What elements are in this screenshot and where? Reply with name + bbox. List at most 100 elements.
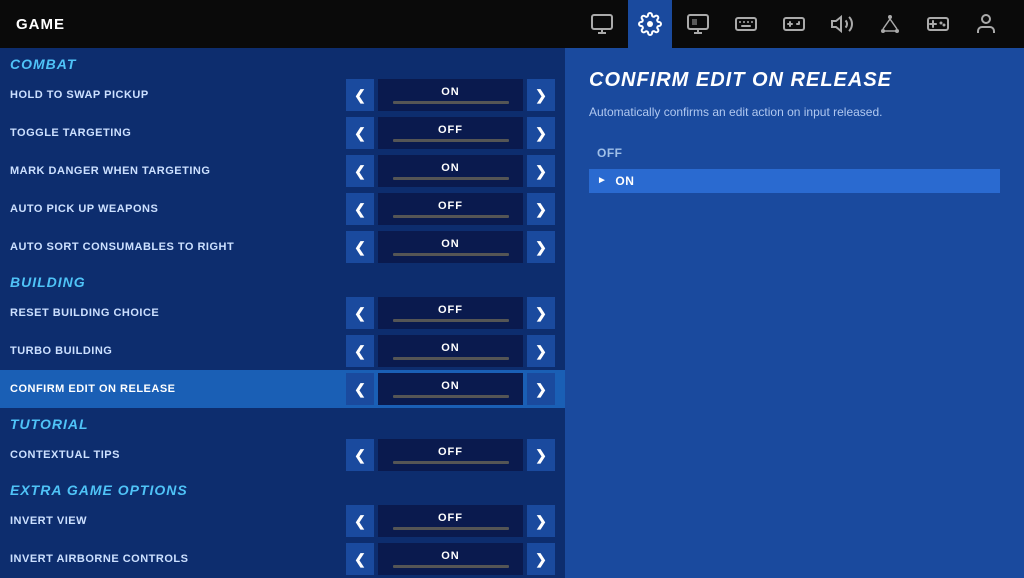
- value-bar-auto-sort: [393, 253, 509, 256]
- arrow-left-mark-danger[interactable]: ❮: [346, 155, 374, 187]
- control-group-auto-pick-up: ❮ OFF ❯: [346, 193, 555, 225]
- setting-row-hold-to-swap-pickup[interactable]: HOLD TO SWAP PICKUP ❮ ON ❯: [0, 76, 565, 114]
- arrow-right-hold-to-swap[interactable]: ❯: [527, 79, 555, 111]
- gear-icon-btn[interactable]: [628, 0, 672, 48]
- section-header-building: BUILDING: [0, 266, 565, 294]
- value-text-reset-building: OFF: [438, 304, 463, 316]
- setting-row-auto-sort-consumables[interactable]: AUTO SORT CONSUMABLES TO RIGHT ❮ ON ❯: [0, 228, 565, 266]
- user-icon-btn[interactable]: [964, 0, 1008, 48]
- arrow-right-invert-view[interactable]: ❯: [527, 505, 555, 537]
- arrow-left-turbo-building[interactable]: ❮: [346, 335, 374, 367]
- main-layout: COMBAT HOLD TO SWAP PICKUP ❮ ON ❯ TOGGLE…: [0, 48, 1024, 578]
- arrow-right-reset-building[interactable]: ❯: [527, 297, 555, 329]
- detail-option-on[interactable]: ► ON: [589, 169, 1000, 193]
- monitor-icon-btn[interactable]: [580, 0, 624, 48]
- value-text-toggle-targeting: OFF: [438, 124, 463, 136]
- setting-label-auto-pick-up: AUTO PICK UP WEAPONS: [10, 203, 346, 215]
- detail-option-off[interactable]: OFF: [589, 141, 1000, 165]
- arrow-left-reset-building[interactable]: ❮: [346, 297, 374, 329]
- detail-title: CONFIRM EDIT ON RELEASE: [589, 68, 1000, 92]
- value-bar-confirm-edit: [393, 395, 509, 398]
- value-bar-mark-danger: [393, 177, 509, 180]
- arrow-left-confirm-edit[interactable]: ❮: [346, 373, 374, 405]
- value-text-auto-sort: ON: [441, 238, 460, 250]
- arrow-right-turbo-building[interactable]: ❯: [527, 335, 555, 367]
- arrow-right-invert-airborne[interactable]: ❯: [527, 543, 555, 575]
- nav-icons-group: [580, 0, 1008, 48]
- network-icon-btn[interactable]: [868, 0, 912, 48]
- value-bar-contextual-tips: [393, 461, 509, 464]
- setting-row-invert-airborne[interactable]: INVERT AIRBORNE CONTROLS ❮ ON ❯: [0, 540, 565, 578]
- arrow-left-auto-sort[interactable]: ❮: [346, 231, 374, 263]
- value-box-auto-sort: ON: [378, 231, 523, 263]
- value-box-turbo-building: ON: [378, 335, 523, 367]
- gear-icon: [638, 12, 662, 36]
- setting-row-turbo-building[interactable]: TURBO BUILDING ❮ ON ❯: [0, 332, 565, 370]
- option-on-arrow: ►: [597, 175, 607, 186]
- value-bar-invert-airborne: [393, 565, 509, 568]
- control-group-invert-airborne: ❮ ON ❯: [346, 543, 555, 575]
- section-header-combat: COMBAT: [0, 48, 565, 76]
- value-bar-toggle-targeting: [393, 139, 509, 142]
- value-box-hold-to-swap: ON: [378, 79, 523, 111]
- setting-row-confirm-edit-on-release[interactable]: CONFIRM EDIT ON RELEASE ❮ ON ❯: [0, 370, 565, 408]
- arrow-left-invert-view[interactable]: ❮: [346, 505, 374, 537]
- value-text-hold-to-swap: ON: [441, 86, 460, 98]
- setting-label-invert-view: INVERT VIEW: [10, 515, 346, 527]
- setting-row-toggle-targeting[interactable]: TOGGLE TARGETING ❮ OFF ❯: [0, 114, 565, 152]
- value-box-toggle-targeting: OFF: [378, 117, 523, 149]
- detail-panel: CONFIRM EDIT ON RELEASE Automatically co…: [565, 48, 1024, 578]
- arrow-right-contextual-tips[interactable]: ❯: [527, 439, 555, 471]
- setting-label-reset-building: RESET BUILDING CHOICE: [10, 307, 346, 319]
- arrow-left-auto-pick-up[interactable]: ❮: [346, 193, 374, 225]
- arrow-left-toggle-targeting[interactable]: ❮: [346, 117, 374, 149]
- value-bar-hold-to-swap: [393, 101, 509, 104]
- arrow-right-auto-sort[interactable]: ❯: [527, 231, 555, 263]
- setting-row-contextual-tips[interactable]: CONTEXTUAL TIPS ❮ OFF ❯: [0, 436, 565, 474]
- detail-description: Automatically confirms an edit action on…: [589, 104, 1000, 121]
- arrow-right-mark-danger[interactable]: ❯: [527, 155, 555, 187]
- value-box-auto-pick-up: OFF: [378, 193, 523, 225]
- control-group-reset-building: ❮ OFF ❯: [346, 297, 555, 329]
- keyboard-icon-btn[interactable]: [724, 0, 768, 48]
- arrow-right-auto-pick-up[interactable]: ❯: [527, 193, 555, 225]
- game-label: GAME: [16, 16, 65, 33]
- display-icon-btn[interactable]: [676, 0, 720, 48]
- option-on-label: ON: [615, 174, 634, 188]
- arrow-right-confirm-edit[interactable]: ❯: [527, 373, 555, 405]
- arrow-right-toggle-targeting[interactable]: ❯: [527, 117, 555, 149]
- gamepad2-icon-btn[interactable]: [916, 0, 960, 48]
- setting-row-invert-view[interactable]: INVERT VIEW ❮ OFF ❯: [0, 502, 565, 540]
- setting-row-mark-danger[interactable]: MARK DANGER WHEN TARGETING ❮ ON ❯: [0, 152, 565, 190]
- section-header-extra-game-options: EXTRA GAME OPTIONS: [0, 474, 565, 502]
- gamepad1-icon-btn[interactable]: [772, 0, 816, 48]
- control-group-confirm-edit: ❮ ON ❯: [346, 373, 555, 405]
- arrow-left-contextual-tips[interactable]: ❮: [346, 439, 374, 471]
- settings-list-panel: COMBAT HOLD TO SWAP PICKUP ❮ ON ❯ TOGGLE…: [0, 48, 565, 578]
- value-box-invert-airborne: ON: [378, 543, 523, 575]
- control-group-invert-view: ❮ OFF ❯: [346, 505, 555, 537]
- value-text-auto-pick-up: OFF: [438, 200, 463, 212]
- value-bar-auto-pick-up: [393, 215, 509, 218]
- control-group-contextual-tips: ❮ OFF ❯: [346, 439, 555, 471]
- setting-label-confirm-edit: CONFIRM EDIT ON RELEASE: [10, 383, 346, 395]
- arrow-left-invert-airborne[interactable]: ❮: [346, 543, 374, 575]
- monitor-icon: [590, 12, 614, 36]
- setting-row-auto-pick-up-weapons[interactable]: AUTO PICK UP WEAPONS ❮ OFF ❯: [0, 190, 565, 228]
- keyboard-icon: [734, 12, 758, 36]
- setting-label-turbo-building: TURBO BUILDING: [10, 345, 346, 357]
- control-group-mark-danger: ❮ ON ❯: [346, 155, 555, 187]
- arrow-left-hold-to-swap[interactable]: ❮: [346, 79, 374, 111]
- value-text-mark-danger: ON: [441, 162, 460, 174]
- setting-row-reset-building[interactable]: RESET BUILDING CHOICE ❮ OFF ❯: [0, 294, 565, 332]
- audio-icon-btn[interactable]: [820, 0, 864, 48]
- settings-scroll-area[interactable]: COMBAT HOLD TO SWAP PICKUP ❮ ON ❯ TOGGLE…: [0, 48, 565, 578]
- user-icon: [974, 12, 998, 36]
- value-box-invert-view: OFF: [378, 505, 523, 537]
- value-text-contextual-tips: OFF: [438, 446, 463, 458]
- option-off-label: OFF: [597, 146, 623, 160]
- top-navigation: GAME: [0, 0, 1024, 48]
- control-group-toggle-targeting: ❮ OFF ❯: [346, 117, 555, 149]
- value-text-invert-view: OFF: [438, 512, 463, 524]
- value-text-turbo-building: ON: [441, 342, 460, 354]
